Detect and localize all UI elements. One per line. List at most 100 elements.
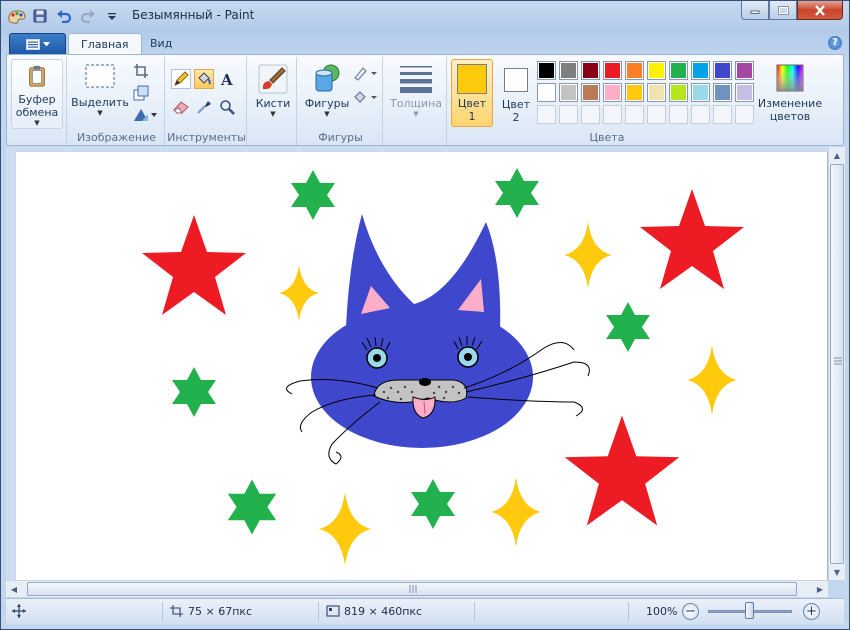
title-bar[interactable]: Безымянный - Paint bbox=[1, 1, 849, 31]
palette-swatch-empty[interactable] bbox=[735, 105, 754, 124]
palette-swatch[interactable] bbox=[603, 83, 622, 102]
vertical-scroll-thumb[interactable] bbox=[830, 164, 844, 564]
color-picker-icon[interactable] bbox=[194, 97, 214, 117]
palette-swatch[interactable] bbox=[625, 61, 644, 80]
edit-colors-label-1: Изменение bbox=[757, 97, 823, 110]
edit-colors-button[interactable]: Изменение цветов bbox=[757, 63, 823, 123]
pencil-icon[interactable] bbox=[171, 69, 191, 89]
fill-icon[interactable] bbox=[353, 87, 379, 107]
select-button[interactable]: Выделить ▼ bbox=[71, 63, 129, 118]
green-star-2 bbox=[495, 168, 539, 218]
maximize-icon bbox=[777, 5, 789, 15]
cat-face bbox=[286, 214, 590, 465]
crop-icon[interactable] bbox=[131, 61, 151, 81]
paint-app-icon[interactable] bbox=[7, 7, 27, 25]
palette-swatch[interactable] bbox=[559, 83, 578, 102]
fill-bucket-icon[interactable] bbox=[194, 69, 214, 89]
palette-swatch[interactable] bbox=[669, 83, 688, 102]
green-star-5 bbox=[227, 479, 277, 535]
palette-swatch[interactable] bbox=[581, 83, 600, 102]
rotate-icon[interactable] bbox=[131, 105, 159, 125]
palette-swatch-empty[interactable] bbox=[647, 105, 666, 124]
size-group: Толщина ▼ bbox=[385, 57, 447, 145]
palette-swatch[interactable] bbox=[647, 61, 666, 80]
customize-toolbar-chevron-icon[interactable] bbox=[101, 6, 123, 26]
eraser-icon[interactable] bbox=[171, 97, 191, 117]
palette-swatch[interactable] bbox=[603, 61, 622, 80]
palette-swatch-empty[interactable] bbox=[559, 105, 578, 124]
scroll-right-icon[interactable]: ▶ bbox=[812, 581, 828, 597]
drawing-artwork bbox=[142, 168, 744, 566]
close-button[interactable] bbox=[797, 1, 843, 20]
undo-icon[interactable] bbox=[53, 6, 75, 26]
tab-view[interactable]: Вид bbox=[138, 33, 184, 55]
palette-swatch[interactable] bbox=[713, 83, 732, 102]
brushes-button[interactable]: Кисти ▼ bbox=[253, 63, 293, 119]
window-title: Безымянный - Paint bbox=[132, 8, 255, 22]
clipboard-label-1: Буфер bbox=[18, 93, 56, 106]
clipboard-group: Буфер обмена ▼ bbox=[9, 57, 67, 145]
palette-swatch-empty[interactable] bbox=[603, 105, 622, 124]
zoom-slider-thumb[interactable] bbox=[745, 602, 754, 619]
palette-swatch-empty[interactable] bbox=[537, 105, 556, 124]
palette-swatch-empty[interactable] bbox=[581, 105, 600, 124]
horizontal-scroll-thumb[interactable] bbox=[27, 582, 797, 596]
palette-swatch-empty[interactable] bbox=[713, 105, 732, 124]
size-label: Толщина bbox=[390, 97, 442, 110]
palette-swatch[interactable] bbox=[581, 61, 600, 80]
palette-swatch-empty[interactable] bbox=[625, 105, 644, 124]
selection-size-icon bbox=[170, 605, 183, 617]
palette-swatch[interactable] bbox=[537, 83, 556, 102]
palette-swatch[interactable] bbox=[537, 61, 556, 80]
maximize-button[interactable] bbox=[769, 1, 797, 20]
color2-button[interactable]: Цвет 2 bbox=[497, 59, 535, 127]
scroll-left-icon[interactable]: ◀ bbox=[6, 581, 22, 597]
brush-icon bbox=[258, 64, 288, 94]
palette-swatch[interactable] bbox=[735, 61, 754, 80]
palette-swatch-empty[interactable] bbox=[691, 105, 710, 124]
color1-button[interactable]: Цвет 1 bbox=[451, 59, 493, 127]
size-button[interactable]: Толщина ▼ bbox=[387, 63, 445, 119]
status-separator bbox=[628, 602, 629, 622]
magnifier-icon[interactable] bbox=[217, 97, 237, 117]
yellow-sparkle-4 bbox=[318, 492, 372, 566]
clipboard-button[interactable]: Буфер обмена ▼ bbox=[11, 59, 63, 129]
outline-icon[interactable] bbox=[353, 63, 379, 83]
shapes-button[interactable]: Фигуры ▼ bbox=[303, 63, 351, 119]
palette-swatch[interactable] bbox=[735, 83, 754, 102]
palette-swatch[interactable] bbox=[691, 83, 710, 102]
palette-swatch[interactable] bbox=[669, 61, 688, 80]
drawing-canvas[interactable] bbox=[16, 152, 827, 580]
clipboard-icon bbox=[29, 65, 45, 87]
redo-icon[interactable] bbox=[77, 6, 99, 26]
palette-swatch[interactable] bbox=[713, 61, 732, 80]
palette-swatch[interactable] bbox=[625, 83, 644, 102]
save-icon[interactable] bbox=[29, 6, 51, 26]
vertical-scrollbar[interactable]: ▲ ▼ bbox=[828, 147, 845, 580]
yellow-sparkle-2 bbox=[564, 221, 612, 289]
zoom-in-button[interactable]: + bbox=[803, 603, 820, 620]
color2-label-1: Цвет bbox=[501, 98, 531, 111]
palette-swatch-empty[interactable] bbox=[669, 105, 688, 124]
palette-swatch[interactable] bbox=[559, 61, 578, 80]
horizontal-scrollbar[interactable]: ◀ ▶ bbox=[6, 580, 828, 597]
text-tool-icon[interactable]: A bbox=[217, 69, 237, 89]
tab-home[interactable]: Главная bbox=[68, 33, 142, 55]
green-star-3 bbox=[606, 302, 650, 352]
help-icon[interactable]: ? bbox=[828, 36, 842, 50]
scroll-down-icon[interactable]: ▼ bbox=[829, 564, 845, 580]
red-star-1 bbox=[142, 215, 246, 315]
minus-icon: − bbox=[685, 604, 696, 619]
zoom-out-button[interactable]: − bbox=[682, 603, 699, 620]
resize-icon[interactable] bbox=[131, 83, 151, 103]
chevron-down-icon: ▼ bbox=[270, 110, 276, 118]
palette-swatch[interactable] bbox=[691, 61, 710, 80]
minimize-button[interactable] bbox=[741, 1, 769, 20]
palette-swatch[interactable] bbox=[647, 83, 666, 102]
color2-label-2: 2 bbox=[512, 111, 520, 124]
window-controls bbox=[741, 1, 843, 20]
paint-menu-button[interactable] bbox=[9, 33, 66, 55]
select-rectangle-icon bbox=[85, 64, 115, 88]
minimize-icon bbox=[750, 10, 760, 14]
scroll-up-icon[interactable]: ▲ bbox=[829, 147, 845, 163]
